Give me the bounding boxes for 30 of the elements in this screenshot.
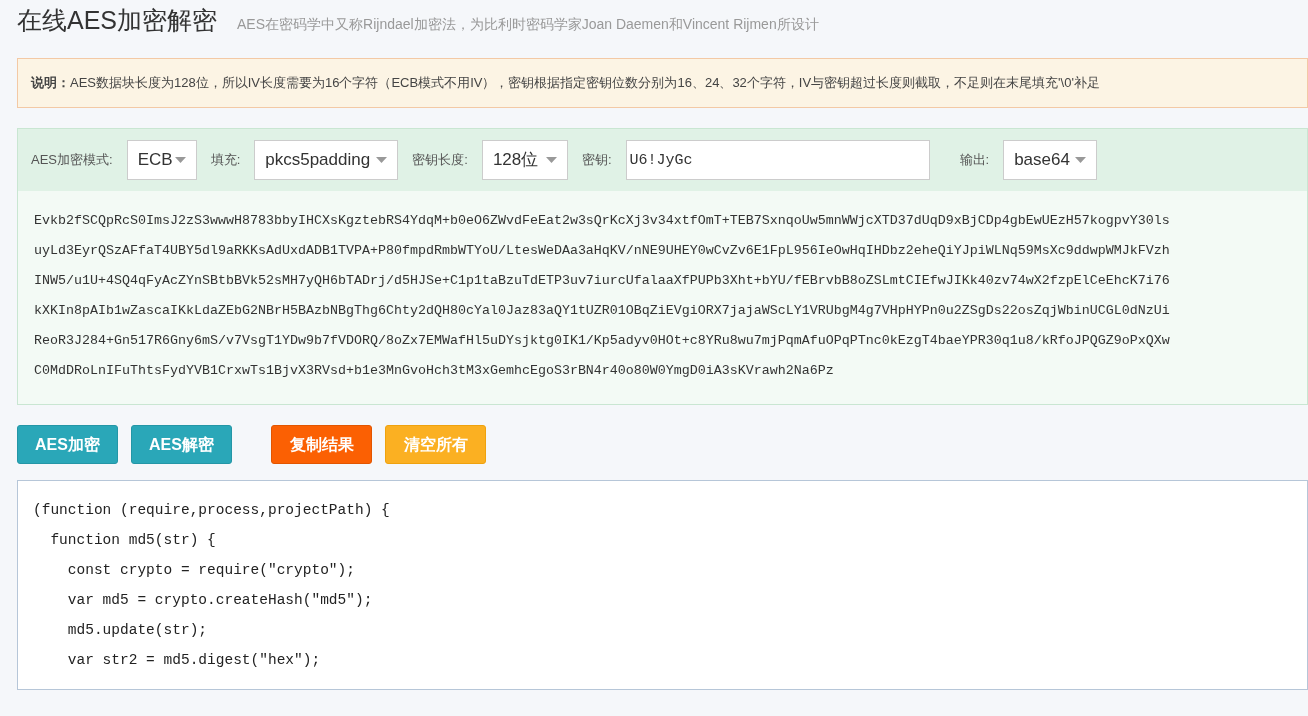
output-line: ReoR3J284+Gn517R6Gny6mS/v7VsgT1YDw9b7fVDORQ/8oZx7EMWafHl5uDYsjktg0IK1/Kp5adyv0HOt+c8YRu8wu7mjPqmAfuOPqPTnc0kEzgT4baeYPR30q1u8/kRfoJPQGZ9oPxQXw bbox=[34, 332, 1170, 350]
field-label: 密钥长度: bbox=[412, 151, 468, 170]
code-line: function md5(str) { bbox=[49, 531, 216, 550]
key-input[interactable]: U6!JyGc bbox=[625, 140, 930, 180]
field-label: 填充: bbox=[210, 151, 241, 170]
caret-icon bbox=[174, 157, 186, 163]
code-line: md5.update(str); bbox=[66, 621, 208, 640]
dropdown[interactable]: ECB bbox=[126, 140, 197, 180]
caret-icon bbox=[1075, 157, 1087, 163]
code-line: (function (require,process,projectPath) { bbox=[33, 501, 390, 520]
caret-icon bbox=[376, 157, 388, 163]
field-label: AES加密模式: bbox=[31, 151, 113, 170]
output-line: C0MdDRoLnIFuThtsFydYVB1CrxwTs1BjvX3RVsd+b1e3MnGvoHch3tM3xGemhcEgoS3rBN4r40o80W0YmgD0iA3sKVrawh2Na6Pz bbox=[34, 362, 834, 380]
dropdown[interactable]: 128位 bbox=[481, 140, 568, 180]
field-label: 密钥: bbox=[581, 151, 612, 170]
output-line: INW5/u1U+4SQ4qFyAcZYnSBtbBVk52sMH7yQH6bTADrj/d5HJSe+C1p1taBzuTdETP3uv7iurcUfalaaXfPUPb3Xht+bYU/fEBrvbB8oZSLmtCIEfwJIKk40zv74wX2fzpElCeEhcK7i76 bbox=[34, 272, 1170, 290]
notice-text: 说明：AES数据块长度为128位，所以IV长度需要为16个字符（ECB模式不用IV），密钥根据指定密钥位数分别为16、24、32个字符，IV与密钥超过长度则截取，不足则在末尾填充'\0'补足 bbox=[17, 58, 1308, 108]
page-subtitle: AES在密码学中又称Rijndael加密法，为比利时密码学家Joan Daemen和Vincent Rijmen所设计 bbox=[237, 15, 819, 34]
code-line: var str2 = md5.digest("hex"); bbox=[66, 651, 321, 670]
output-line: kXKIn8pAIb1wZascaIKkLdaZEbG2NBrH5BAzbNBgThg6Chty2dQH80cYal0Jaz83aQY1tUZR01OBqZiEVgiORX7jajaWScLY1VRUbgM4g7VHpHYPn0u2ZSgDs22osZqjWbinUCGL0dNzUi bbox=[34, 302, 1170, 320]
field-label: 输出: bbox=[959, 151, 990, 170]
code-line: const crypto = require("crypto"); bbox=[66, 561, 355, 580]
page-title: 在线AES加密解密 bbox=[17, 5, 218, 36]
caret-icon bbox=[545, 157, 557, 163]
output-line: uyLd3EyrQSzAFfaT4UBY5dl9aRKKsAdUxdADB1TVPA+P80fmpdRmbWTYoU/LtesWeDAa3aHqKV/nNE9UHEY0wCvZv6E1FpL956IeOwHqIHDbz2eheQiYJpiWLNq59MsXc9ddwpWMJkFVzh bbox=[34, 242, 1170, 260]
code-editor[interactable]: (function (require,process,projectPath) { function md5(str) { const crypto = require("crypto"); var md5 = crypto.createHash("md5"); md5.update(str); var str2 = md5.digest("hex"); bbox=[17, 480, 1308, 690]
dropdown[interactable]: pkcs5padding bbox=[254, 140, 399, 180]
dropdown[interactable]: base64 bbox=[1003, 140, 1098, 180]
code-line: var md5 = crypto.createHash("md5"); bbox=[66, 591, 373, 610]
output-line: Evkb2fSCQpRcS0ImsJ2zS3wwwH8783bbyIHCXsKgztebRS4YdqM+b0eO6ZWvdFeEat2w3sQrKcXj3v34xtfOmT+TEB7SxnqoUw5mnWWjcXTD37dUqD9xBjCDp4gbEwUEzH57kogpvY30ls bbox=[34, 212, 1170, 230]
